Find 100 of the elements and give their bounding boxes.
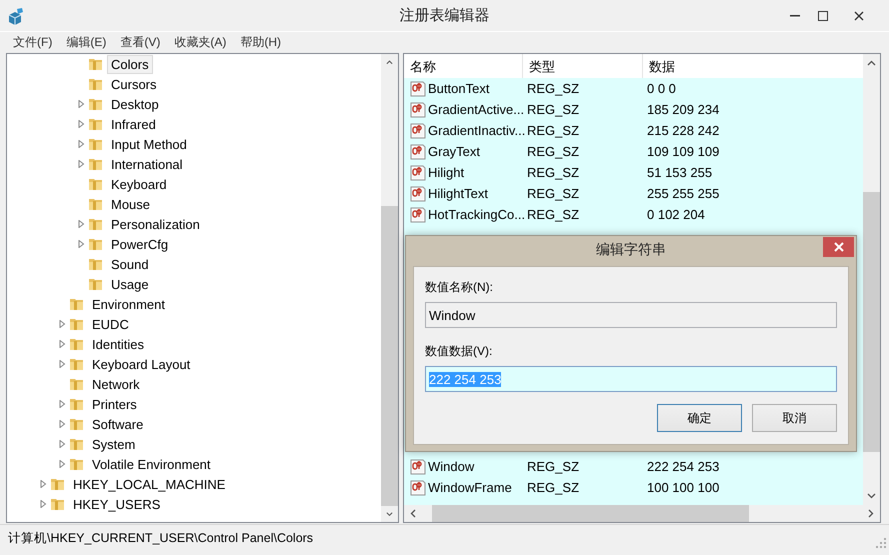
string-value-icon — [410, 80, 426, 96]
tree-item[interactable]: Printers — [88, 394, 141, 414]
tree-item[interactable]: Identities — [88, 334, 148, 354]
minimize-icon — [790, 14, 800, 16]
list-scrollbar[interactable] — [863, 54, 880, 505]
tree-item[interactable]: Network — [88, 374, 144, 394]
folder-icon — [69, 316, 85, 332]
expand-arrow-icon[interactable] — [77, 140, 85, 148]
expand-arrow-icon[interactable] — [77, 120, 85, 128]
expand-arrow-icon[interactable] — [58, 460, 66, 468]
value-name: WindowFrame — [428, 480, 512, 495]
tree-item[interactable]: International — [107, 154, 187, 174]
value-type: REG_SZ — [526, 480, 580, 495]
folder-icon — [88, 236, 104, 252]
tree-scrollbar[interactable] — [381, 54, 398, 522]
registry-app-icon — [7, 6, 25, 24]
folder-icon — [88, 276, 104, 292]
scroll-thumb[interactable] — [381, 206, 398, 506]
dialog-button[interactable]: 取消 — [752, 404, 837, 432]
tree-item[interactable]: Infrared — [107, 114, 160, 134]
tree-item[interactable]: Desktop — [107, 94, 163, 114]
scroll-down-icon[interactable] — [867, 493, 876, 499]
expand-arrow-icon[interactable] — [58, 360, 66, 368]
tree-item[interactable]: Usage — [107, 274, 153, 294]
value-name: ButtonText — [428, 81, 490, 96]
folder-icon — [69, 376, 85, 392]
scroll-right-icon[interactable] — [868, 509, 874, 518]
tree-item[interactable]: System — [88, 434, 140, 454]
tree-item[interactable]: Environment — [88, 294, 169, 314]
menu-item[interactable]: 帮助(H) — [233, 34, 288, 50]
expand-arrow-icon[interactable] — [77, 240, 85, 248]
tree-item[interactable]: HKEY_USERS — [69, 494, 164, 514]
value-data: 51 153 255 — [646, 165, 714, 180]
value-type: REG_SZ — [526, 144, 580, 159]
scroll-down-icon[interactable] — [385, 512, 394, 516]
folder-icon — [88, 116, 104, 132]
menu-item[interactable]: 收藏夹(A) — [167, 34, 234, 50]
maximize-icon — [818, 10, 828, 20]
value-data: 0 102 204 — [646, 207, 706, 222]
folder-icon — [69, 356, 85, 372]
scroll-up-icon[interactable] — [385, 60, 394, 64]
string-value-icon — [410, 458, 426, 474]
tree-item[interactable]: HKEY_LOCAL_MACHINE — [69, 474, 230, 494]
tree-item[interactable]: Mouse — [107, 194, 154, 214]
column-header[interactable]: 类型 — [523, 54, 643, 78]
folder-icon — [69, 416, 85, 432]
scroll-left-icon[interactable] — [410, 509, 416, 518]
tree-item[interactable]: Volatile Environment — [88, 454, 215, 474]
expand-arrow-icon[interactable] — [58, 340, 66, 348]
folder-icon — [88, 196, 104, 212]
scroll-thumb[interactable] — [863, 192, 880, 452]
scroll-thumb[interactable] — [432, 505, 749, 522]
tree-item[interactable]: PowerCfg — [107, 234, 172, 254]
value-name: HotTrackingCo... — [428, 207, 526, 222]
resize-grip-icon[interactable] — [876, 538, 886, 548]
value-data: 185 209 234 — [646, 102, 720, 117]
folder-icon — [88, 176, 104, 192]
expand-arrow-icon[interactable] — [77, 160, 85, 168]
horizontal-scrollbar[interactable] — [404, 505, 880, 522]
value-type: REG_SZ — [526, 123, 580, 138]
value-data: 255 255 255 — [646, 186, 720, 201]
tree-item[interactable]: Cursors — [107, 74, 161, 94]
expand-arrow-icon[interactable] — [77, 100, 85, 108]
close-icon — [834, 242, 844, 252]
tree-item[interactable]: Software — [88, 414, 148, 434]
string-value-icon — [410, 206, 426, 222]
menu-item[interactable]: 文件(F) — [6, 34, 60, 50]
expand-arrow-icon[interactable] — [39, 480, 47, 488]
column-header[interactable]: 数据 — [643, 54, 863, 78]
tree-item[interactable]: Keyboard Layout — [88, 354, 194, 374]
value-name: Window — [428, 459, 474, 474]
expand-arrow-icon[interactable] — [77, 220, 85, 228]
string-value-icon — [410, 122, 426, 138]
folder-icon — [69, 436, 85, 452]
expand-arrow-icon[interactable] — [39, 500, 47, 508]
tree-item[interactable]: Personalization — [107, 214, 204, 234]
menu-item[interactable]: 查看(V) — [113, 34, 168, 50]
tree-item[interactable]: Colors — [107, 54, 153, 74]
tree-item[interactable]: EUDC — [88, 314, 133, 334]
column-header[interactable]: 名称 — [404, 54, 523, 78]
string-value-icon — [410, 164, 426, 180]
field-label: 数值数据(V): — [425, 343, 494, 360]
value-type: REG_SZ — [526, 207, 580, 222]
dialog-button[interactable]: 确定 — [657, 404, 742, 432]
expand-arrow-icon[interactable] — [58, 440, 66, 448]
expand-arrow-icon[interactable] — [58, 400, 66, 408]
folder-icon — [88, 156, 104, 172]
scroll-up-icon[interactable] — [867, 60, 876, 66]
expand-arrow-icon[interactable] — [58, 320, 66, 328]
folder-icon — [50, 496, 66, 512]
folder-icon — [69, 456, 85, 472]
tree-item[interactable]: Input Method — [107, 134, 191, 154]
expand-arrow-icon[interactable] — [58, 420, 66, 428]
value-name: GradientInactiv... — [428, 123, 526, 138]
value-name-field[interactable]: Window — [425, 302, 837, 328]
folder-icon — [88, 136, 104, 152]
tree-item[interactable]: Keyboard — [107, 174, 171, 194]
string-value-icon — [410, 144, 426, 160]
menu-item[interactable]: 编辑(E) — [59, 34, 114, 50]
tree-item[interactable]: Sound — [107, 254, 153, 274]
